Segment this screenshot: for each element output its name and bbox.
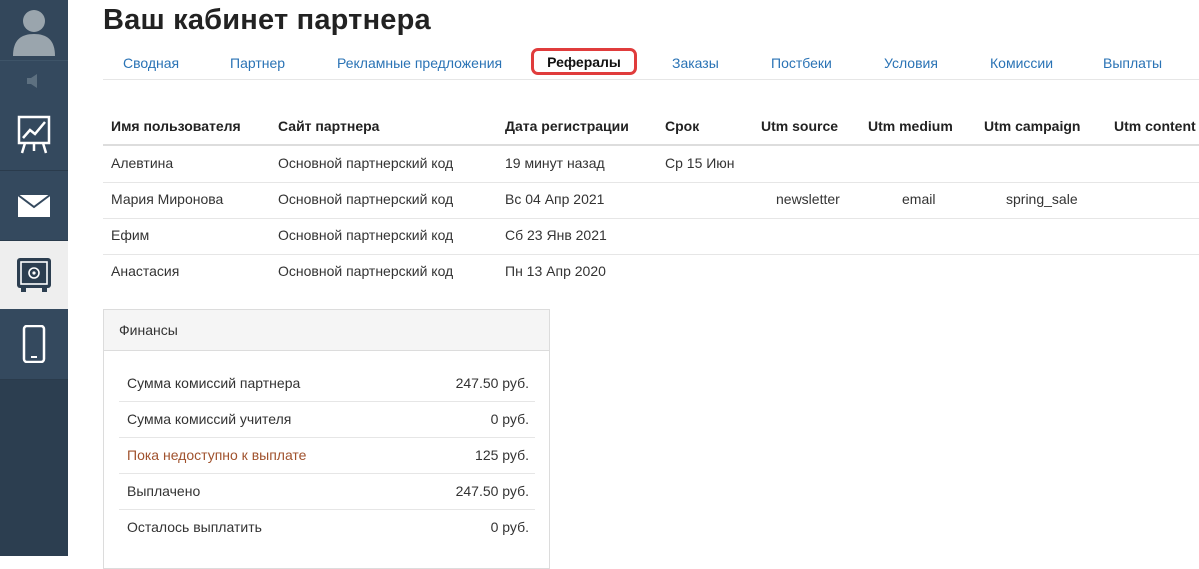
- sidebar-item-mobile[interactable]: [0, 309, 68, 380]
- safe-icon: [17, 258, 51, 292]
- tab-commissions[interactable]: Комиссии: [990, 55, 1053, 71]
- tab-summary[interactable]: Сводная: [123, 55, 179, 71]
- finance-label: Сумма комиссий партнера: [127, 375, 301, 391]
- sidebar-item-partner[interactable]: [0, 241, 68, 309]
- cell-date: Вс 04 Апр 2021: [505, 191, 605, 207]
- table-row[interactable]: Мария Миронова Основной партнерский код …: [103, 182, 1199, 219]
- cell-date: 19 минут назад: [505, 155, 605, 171]
- finance-row: Выплачено 247.50 руб.: [119, 473, 535, 510]
- cell-utm-source: newsletter: [776, 191, 840, 207]
- tab-referrals[interactable]: Рефералы: [531, 48, 637, 75]
- mail-icon: [17, 193, 51, 217]
- finance-row: Сумма комиссий партнера 247.50 руб.: [119, 365, 535, 402]
- cell-username: Алевтина: [111, 155, 174, 171]
- phone-icon: [22, 325, 46, 363]
- sidebar-empty: [0, 380, 68, 556]
- cell-username: Мария Миронова: [111, 191, 224, 207]
- speaker-icon: [27, 73, 37, 88]
- tab-postbacks[interactable]: Постбеки: [771, 55, 832, 71]
- table-row[interactable]: Алевтина Основной партнерский код 19 мин…: [103, 146, 1199, 183]
- finance-label: Выплачено: [127, 483, 201, 499]
- sidebar-avatar[interactable]: [0, 0, 68, 60]
- sidebar-speaker[interactable]: [0, 60, 68, 101]
- finance-value: 247.50 руб.: [455, 483, 529, 499]
- column-header: Сайт партнера: [278, 118, 380, 134]
- finance-row: Осталось выплатить 0 руб.: [119, 509, 535, 545]
- cell-site: Основной партнерский код: [278, 227, 454, 243]
- column-header: Utm medium: [868, 118, 953, 134]
- cell-username: Анастасия: [111, 263, 180, 279]
- finance-label: Сумма комиссий учителя: [127, 411, 292, 427]
- finance-label-unavailable: Пока недоступно к выплате: [127, 447, 307, 463]
- avatar-icon: [13, 10, 55, 56]
- finance-value: 247.50 руб.: [455, 375, 529, 391]
- cell-date: Пн 13 Апр 2020: [505, 263, 606, 279]
- sidebar-item-mail[interactable]: [0, 171, 68, 241]
- finance-panel: Финансы Сумма комиссий партнера 247.50 р…: [103, 309, 550, 569]
- tab-orders[interactable]: Заказы: [672, 55, 719, 71]
- cell-date: Сб 23 Янв 2021: [505, 227, 607, 243]
- finance-row: Сумма комиссий учителя 0 руб.: [119, 401, 535, 438]
- cell-site: Основной партнерский код: [278, 263, 454, 279]
- tab-payouts[interactable]: Выплаты: [1103, 55, 1162, 71]
- cell-site: Основной партнерский код: [278, 155, 454, 171]
- column-header: Utm content: [1114, 118, 1196, 134]
- finance-value: 0 руб.: [490, 519, 529, 535]
- cell-username: Ефим: [111, 227, 150, 243]
- finance-label: Осталось выплатить: [127, 519, 262, 535]
- column-header: Utm campaign: [984, 118, 1081, 134]
- tab-partner[interactable]: Партнер: [230, 55, 285, 71]
- sidebar: [0, 0, 68, 556]
- finance-value: 125 руб.: [475, 447, 529, 463]
- cell-site: Основной партнерский код: [278, 191, 454, 207]
- column-header: Дата регистрации: [505, 118, 629, 134]
- column-header: Utm source: [761, 118, 839, 134]
- tab-bar: Сводная Партнер Рекламные предложения Ре…: [103, 47, 1199, 80]
- column-header: Срок: [665, 118, 700, 134]
- finance-panel-title: Финансы: [104, 310, 549, 351]
- column-header: Имя пользователя: [111, 118, 241, 134]
- page-title: Ваш кабинет партнера: [103, 4, 431, 36]
- finance-row: Пока недоступно к выплате 125 руб.: [119, 437, 535, 474]
- tab-offers[interactable]: Рекламные предложения: [337, 55, 502, 71]
- table-row[interactable]: Ефим Основной партнерский код Сб 23 Янв …: [103, 218, 1199, 255]
- sidebar-item-stats[interactable]: [0, 100, 68, 171]
- tab-conditions[interactable]: Условия: [884, 55, 938, 71]
- cell-utm-campaign: spring_sale: [1006, 191, 1078, 207]
- finance-value: 0 руб.: [490, 411, 529, 427]
- cell-term: Ср 15 Июн: [665, 155, 735, 171]
- chart-icon: [17, 115, 51, 154]
- table-row[interactable]: Анастасия Основной партнерский код Пн 13…: [103, 254, 1199, 290]
- cell-utm-medium: email: [902, 191, 936, 207]
